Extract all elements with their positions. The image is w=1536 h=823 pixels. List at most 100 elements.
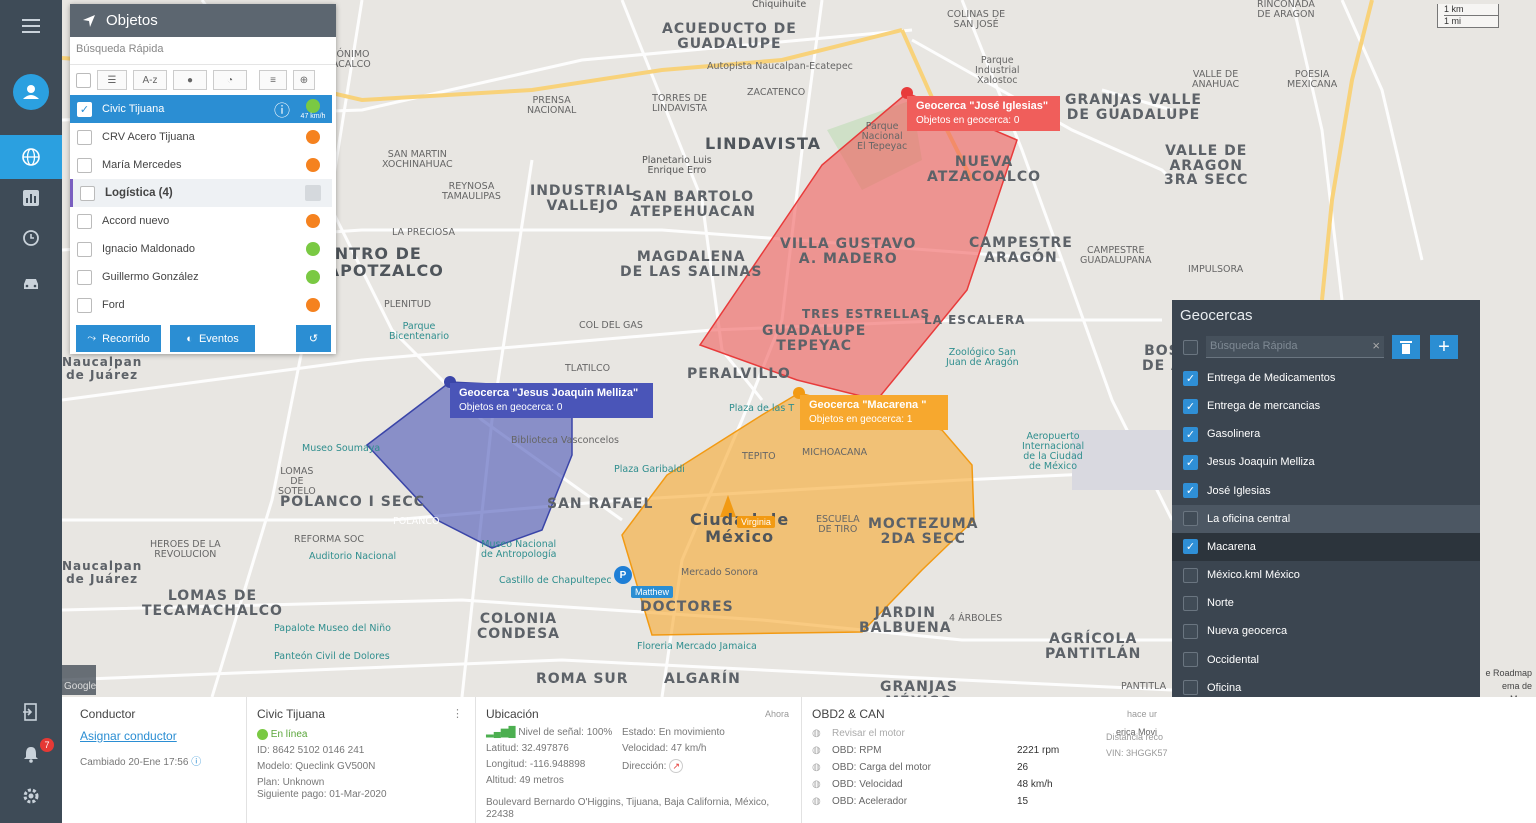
geofence-checkbox[interactable] <box>1183 623 1198 639</box>
map-label: NUEVA ATZACOALCO <box>927 154 1042 185</box>
signal-level: ▂▄▆█ Nivel de señal: 100% <box>486 727 613 738</box>
object-row[interactable]: Ford <box>70 291 332 319</box>
vehicle-tag-virginia[interactable]: Virginia <box>737 516 775 528</box>
add-plus-icon[interactable]: + <box>1430 335 1458 359</box>
map-label: RINCONADA DE ARAGON <box>1257 0 1315 20</box>
crosshair-icon[interactable]: ⊕ <box>293 70 315 90</box>
object-row[interactable]: Guillermo González <box>70 263 332 291</box>
object-checkbox[interactable] <box>77 213 92 229</box>
map-label: COLONIA CONDESA <box>477 611 560 642</box>
geofence-checkbox[interactable] <box>1183 595 1198 611</box>
object-checkbox[interactable] <box>77 297 92 313</box>
map-label: Papalote Museo del Niño <box>274 623 391 634</box>
delete-trash-icon[interactable] <box>1392 335 1420 359</box>
object-checkbox[interactable] <box>77 241 92 257</box>
eventos-button[interactable]: ◐ Eventos <box>170 325 255 352</box>
object-name: Guillermo González <box>102 271 199 283</box>
map-label: JARDIN BALBUENA <box>859 605 952 636</box>
map-label: HEROES DE LA REVOLUCION <box>150 539 221 560</box>
history-button[interactable]: ↺ <box>296 325 331 352</box>
globe-icon[interactable] <box>0 135 62 179</box>
logout-icon[interactable] <box>0 690 62 734</box>
menu-icon[interactable] <box>0 4 62 48</box>
sort-az-button[interactable]: A-z <box>133 70 167 90</box>
object-checkbox[interactable] <box>77 157 92 173</box>
geofence-row[interactable]: ✓ Gasolinera <box>1172 420 1480 448</box>
objects-search-input[interactable]: Búsqueda Rápida <box>70 37 336 65</box>
map-label: Aeropuerto Internacional de la Ciudad de Mé… <box>1022 431 1085 472</box>
geofence-checkbox[interactable] <box>1183 652 1198 667</box>
clear-search-icon[interactable]: × <box>1372 338 1380 353</box>
map-label: 4 ÁRBOLES <box>949 613 1003 624</box>
map-label: Museo Nacional de Antropología <box>481 539 557 560</box>
geofence-row[interactable]: Norte <box>1172 589 1480 617</box>
map-label: Biblioteca Vasconcelos <box>511 435 619 446</box>
vehicle-title: Civic Tijuana <box>257 707 326 721</box>
geofence-checkbox[interactable]: ✓ <box>1183 454 1198 470</box>
location-title: Ubicación <box>486 707 539 721</box>
direction: Dirección: ↗ <box>622 759 792 773</box>
geofences-select-all-checkbox[interactable] <box>1183 339 1198 355</box>
object-checkbox[interactable]: ✓ <box>77 101 92 117</box>
map-label: LA ESCALERA <box>924 313 1026 327</box>
object-row[interactable]: María Mercedes <box>70 151 332 179</box>
map-label: AGRÍCOLA PANTITLÁN <box>1045 631 1142 662</box>
object-row[interactable]: Accord nuevo <box>70 207 332 235</box>
geofence-checkbox[interactable] <box>1183 567 1198 583</box>
geofence-row[interactable]: ✓ Jesus Joaquin Melliza <box>1172 448 1480 476</box>
geofence-row[interactable]: ✓ Entrega de mercancias <box>1172 392 1480 420</box>
geofence-row[interactable]: México.kml México <box>1172 561 1480 589</box>
geofence-row[interactable]: ✓ Macarena <box>1172 532 1480 561</box>
parking-marker[interactable]: P <box>614 566 632 584</box>
object-row[interactable]: ✓ Civic Tijuana ⓘ 47 km/h <box>70 95 332 123</box>
object-row[interactable]: Ignacio Maldonado <box>70 235 332 263</box>
geofence-checkbox[interactable]: ✓ <box>1183 370 1198 386</box>
filter-sliders-icon[interactable]: ≡ <box>259 70 287 90</box>
object-checkbox[interactable] <box>80 185 95 201</box>
assign-driver-link[interactable]: Asignar conductor <box>80 729 236 743</box>
more-vertical-icon[interactable]: ⋮ <box>452 707 463 720</box>
geofence-checkbox[interactable]: ✓ <box>1183 398 1198 414</box>
list-view-icon[interactable]: ☰ <box>97 70 127 90</box>
car-icon[interactable] <box>0 262 62 306</box>
object-checkbox[interactable] <box>77 129 92 145</box>
object-row[interactable]: CRV Acero Tijuana <box>70 123 332 151</box>
clock-icon[interactable] <box>0 216 62 260</box>
settings-gear-icon[interactable] <box>0 774 62 818</box>
recorrido-button[interactable]: ⤳ Recorrido <box>76 325 161 352</box>
info-icon[interactable]: ⓘ <box>274 97 290 121</box>
bell-icon[interactable]: 7 <box>0 732 62 776</box>
chart-icon[interactable] <box>0 176 62 220</box>
geofence-row[interactable]: Occidental <box>1172 646 1480 674</box>
map-label: TLATILCO <box>565 363 611 374</box>
geofence-checkbox[interactable]: ✓ <box>1183 483 1198 499</box>
geofence-checkbox[interactable] <box>1183 511 1198 527</box>
object-checkbox[interactable] <box>77 269 92 285</box>
geofence-checkbox[interactable]: ✓ <box>1183 539 1198 555</box>
map-label: GUADALUPE TEPEYAC <box>762 323 867 354</box>
group-collapse-icon[interactable] <box>305 185 321 201</box>
geofence-row[interactable]: La oficina central <box>1172 504 1480 533</box>
vehicle-tag-matthew[interactable]: Matthew <box>631 586 674 598</box>
geofence-checkbox[interactable] <box>1183 680 1198 696</box>
status-dot-filter-icon[interactable]: ● <box>173 70 207 90</box>
map-label: TEPITO <box>742 451 776 462</box>
latitude: Latitud: 32.497876 <box>486 743 569 754</box>
vehicle-plan: Plan: Unknown <box>257 777 325 789</box>
map-label: VALLE DE ANAHUAC <box>1192 69 1240 90</box>
geofence-row[interactable]: Nueva geocerca <box>1172 617 1480 645</box>
geofence-name: Entrega de Medicamentos <box>1207 372 1336 384</box>
speed-gauge-icon[interactable]: ◔ <box>213 70 247 90</box>
user-icon[interactable] <box>0 70 62 114</box>
geofence-checkbox[interactable]: ✓ <box>1183 426 1198 442</box>
map-label: Zoológico San Juan de Aragón <box>946 347 1019 368</box>
geofence-row[interactable]: ✓ Entrega de Medicamentos <box>1172 364 1480 392</box>
object-group-row[interactable]: Logística (4) <box>70 179 332 207</box>
map-label: TRES ESTRELLAS <box>802 307 931 321</box>
map-label: COL DEL GAS <box>579 320 643 331</box>
map-label: ESCUELA DE TIRO <box>816 514 860 535</box>
geofence-row[interactable]: ✓ José Iglesias <box>1172 477 1480 505</box>
select-all-checkbox[interactable] <box>76 72 91 88</box>
map-label: Autopista Naucalpan-Ecatepec <box>707 61 853 72</box>
geofences-search-input[interactable]: Búsqueda Rápida × <box>1206 336 1384 358</box>
